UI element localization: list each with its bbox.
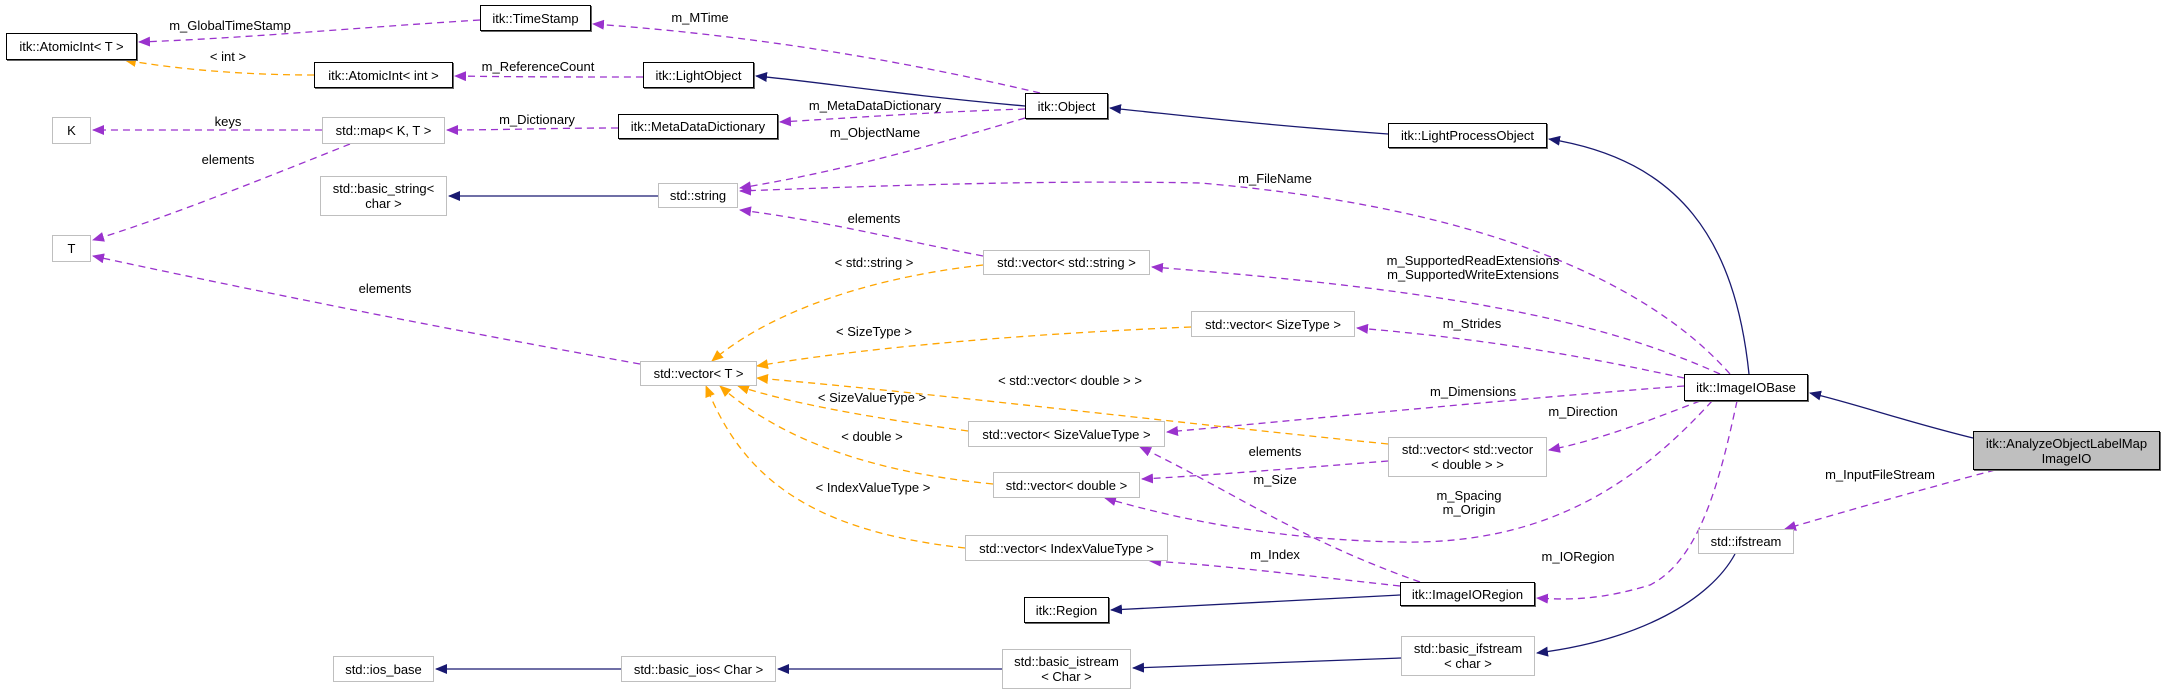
label-m-strides: m_Strides [1442,316,1502,331]
node-lightobject[interactable]: itk::LightObject [643,62,754,88]
label-keys: keys [214,114,242,129]
label-m-dimensions: m_Dimensions [1430,384,1516,399]
edge-imageiobase-vectorsizetype [1356,323,1685,379]
label-m-globaltimestamp: m_GlobalTimeStamp [169,18,291,33]
label-vv-elements: elements [1248,444,1302,459]
node-vector-vector-double[interactable]: std::vector< std::vector < double > > [1388,437,1547,477]
edge-metadata-map [446,124,619,135]
label-indexvaluetype-template: < IndexValueType > [815,480,931,495]
label-m-direction: m_Direction [1548,404,1618,419]
edge-basicifstream-ifstream [1536,553,1736,657]
edge-vectort-t [92,253,641,365]
label-double-template: < double > [841,429,903,444]
edge-vectorsizetype-vectort [756,326,1192,370]
node-analyze-object-labelmap-imageio[interactable]: itk::AnalyzeObjectLabelMap ImageIO [1973,431,2160,470]
node-atomicint-int[interactable]: itk::AtomicInt< int > [314,62,453,88]
node-imageioregion[interactable]: itk::ImageIORegion [1400,582,1535,606]
node-t[interactable]: T [52,235,91,262]
node-k[interactable]: K [52,117,91,144]
node-metadatadictionary[interactable]: itk::MetaDataDictionary [618,114,778,139]
node-basic-string[interactable]: std::basic_string< char > [320,176,447,216]
label-m-mtime: m_MTime [671,10,729,25]
label-std-string-template: < std::string > [834,255,914,270]
node-basic-ios[interactable]: std::basic_ios< Char > [621,656,776,682]
label-m-objectname: m_ObjectName [829,125,921,140]
node-vector-t[interactable]: std::vector< T > [640,361,757,386]
label-vector-elements: elements [358,281,412,296]
node-vector-sizevaluetype[interactable]: std::vector< SizeValueType > [968,421,1165,447]
label-sizetype-template: < SizeType > [836,324,912,339]
node-vector-sizetype[interactable]: std::vector< SizeType > [1191,311,1355,337]
label-m-metadatadictionary: m_MetaDataDictionary [808,98,942,113]
label-m-filename: m_FileName [1238,171,1312,186]
edge-basicistream-basicifstream [1132,657,1402,673]
node-lightprocessobject[interactable]: itk::LightProcessObject [1388,123,1547,148]
label-map-elements: elements [201,152,255,167]
node-region[interactable]: itk::Region [1024,597,1109,623]
node-std-string[interactable]: std::string [658,183,738,208]
node-imageiobase[interactable]: itk::ImageIOBase [1684,374,1808,401]
node-atomicint-t[interactable]: itk::AtomicInt< T > [6,33,137,60]
node-vector-string[interactable]: std::vector< std::string > [983,250,1150,275]
label-string-elements: elements [847,211,901,226]
label-m-referencecount: m_ReferenceCount [481,59,595,74]
node-basic-ifstream[interactable]: std::basic_ifstream < char > [1401,636,1535,676]
edge-region-imageioregion [1110,594,1401,615]
node-basic-istream[interactable]: std::basic_istream < Char > [1002,649,1131,689]
collaboration-diagram: itk::AtomicInt< T > K T itk::AtomicInt< … [0,0,2163,695]
node-ifstream[interactable]: std::ifstream [1698,529,1794,554]
node-vector-double[interactable]: std::vector< double > [993,472,1140,498]
label-m-size: m_Size [1253,472,1297,487]
label-m-ioregion: m_IORegion [1541,549,1615,564]
label-int-template: < int > [209,49,247,64]
node-object[interactable]: itk::Object [1025,93,1108,119]
label-m-index: m_Index [1250,547,1300,562]
node-ios-base[interactable]: std::ios_base [333,656,434,682]
label-sizevaluetype-template: < SizeValueType > [817,390,927,405]
node-vector-indexvaluetype[interactable]: std::vector< IndexValueType > [965,535,1168,561]
label-m-dictionary: m_Dictionary [499,112,575,127]
node-std-map[interactable]: std::map< K, T > [322,117,445,144]
edge-object-lightprocessobject [1109,104,1389,135]
edge-lightprocessobject-imageiobase [1548,135,1750,375]
label-m-supported-extensions: m_SupportedReadExtensions m_SupportedWri… [1386,253,1560,282]
label-m-inputfilestream: m_InputFileStream [1825,467,1935,482]
label-m-spacing-origin: m_Spacing m_Origin [1436,488,1502,517]
label-vector-double-template: < std::vector< double > > [998,373,1142,388]
edge-imageioregion-vectorindexvaluetype [1149,556,1401,587]
edge-imageiobase-imageioregion [1536,400,1738,604]
node-timestamp[interactable]: itk::TimeStamp [480,5,591,31]
edge-vectorstring-vectort [711,264,984,362]
edge-imageiobase-analyze [1809,390,1974,439]
edge-lightobject-atomicintint [454,71,644,82]
